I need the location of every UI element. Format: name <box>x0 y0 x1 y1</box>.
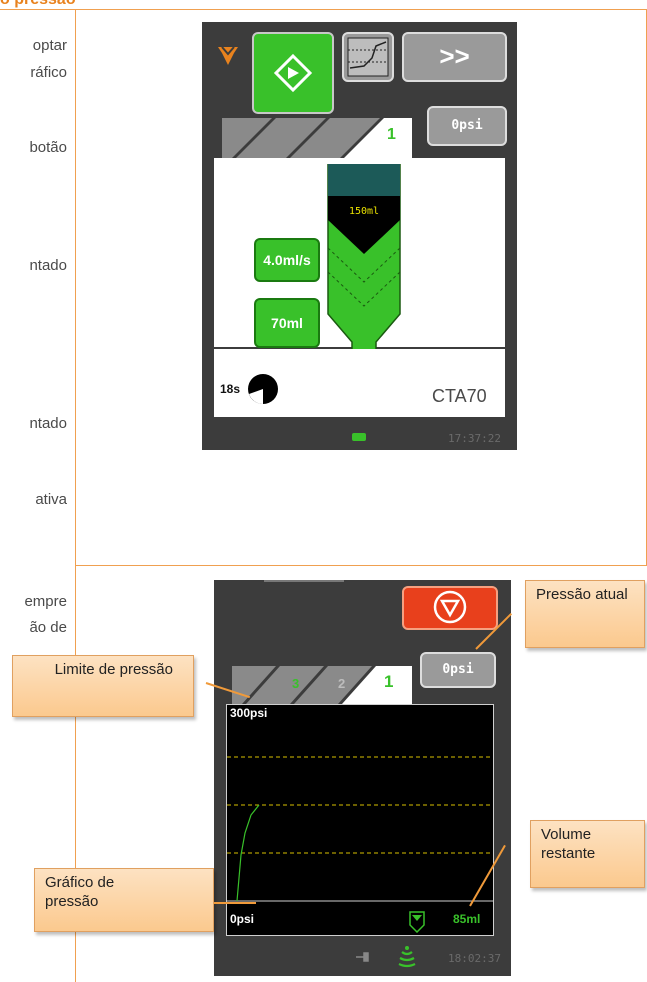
callout-pressure-graph: Gráfico de pressão <box>34 868 214 932</box>
body-text-line: ativa <box>35 491 67 508</box>
wireless-signal-icon <box>398 946 416 968</box>
callout-pressure-limit: Limite de pressão <box>12 655 194 717</box>
pressure-plot: 300psi 0psi 85ml <box>226 704 494 936</box>
stop-icon <box>433 590 467 624</box>
pressure-plot-canvas <box>227 756 493 902</box>
stop-button[interactable] <box>402 586 498 630</box>
body-text-line: optar <box>32 37 67 54</box>
plug-icon <box>356 952 369 962</box>
next-button[interactable]: >> <box>402 32 507 82</box>
clock: 18:02:37 <box>448 952 501 965</box>
tab-phase-2[interactable]: 2 <box>338 676 345 691</box>
callout-leader <box>214 902 256 904</box>
pressure-min-label: 0psi <box>230 912 255 926</box>
tab-phase-1[interactable]: 1 <box>384 672 393 692</box>
flow-rate-field[interactable]: 4.0ml/s <box>254 238 320 282</box>
syringe-volume-label: 150ml <box>348 206 380 217</box>
syringe-icon <box>327 164 401 363</box>
top-bar <box>264 580 344 582</box>
duration-label: 18s <box>220 382 241 396</box>
volume-field[interactable]: 70ml <box>254 298 320 348</box>
callout-current-pressure: Pressão atual <box>525 580 645 648</box>
body-text-line: ráfico <box>30 64 67 81</box>
section-heading: o pressão <box>0 0 76 9</box>
injector-screen-main: >> 0psi 1 150ml 4.0ml/s 70ml 18s CTA70 1… <box>202 22 517 450</box>
injector-screen-graph: 0psi 3 2 1 300psi 0psi 85ml 18:02:37 <box>214 580 511 976</box>
callout-remaining-volume: Volume restante <box>530 820 645 888</box>
diamond-start-icon <box>273 53 313 93</box>
table-row-divider <box>75 565 647 566</box>
start-button[interactable] <box>252 32 334 114</box>
protocol-name: CTA70 <box>432 386 487 406</box>
table-border-top <box>0 9 647 10</box>
tab-phase-1[interactable]: 1 <box>387 126 396 144</box>
tab-phase-3[interactable]: 3 <box>292 676 299 691</box>
body-text-line: botão <box>29 139 67 156</box>
pressure-readout[interactable]: 0psi <box>427 106 507 146</box>
battery-icon <box>352 433 366 441</box>
timer-pie-icon <box>248 374 278 404</box>
pressure-max-label: 300psi <box>230 706 268 720</box>
pressure-readout[interactable]: 0psi <box>420 652 496 688</box>
body-text-line: ão de <box>29 619 67 636</box>
clock: 17:37:22 <box>448 432 501 445</box>
body-text-line: ntado <box>29 415 67 432</box>
syringe-mini-icon <box>409 911 425 933</box>
table-column-divider <box>75 9 76 982</box>
body-text-line: empre <box>24 593 67 610</box>
pressure-graph-button[interactable] <box>342 32 394 82</box>
pressure-graph-icon <box>347 37 389 77</box>
logo-icon <box>218 46 238 65</box>
body-text-line: ntado <box>29 257 67 274</box>
remaining-volume-label: 85ml <box>453 912 481 926</box>
phase-tabs <box>222 118 412 158</box>
